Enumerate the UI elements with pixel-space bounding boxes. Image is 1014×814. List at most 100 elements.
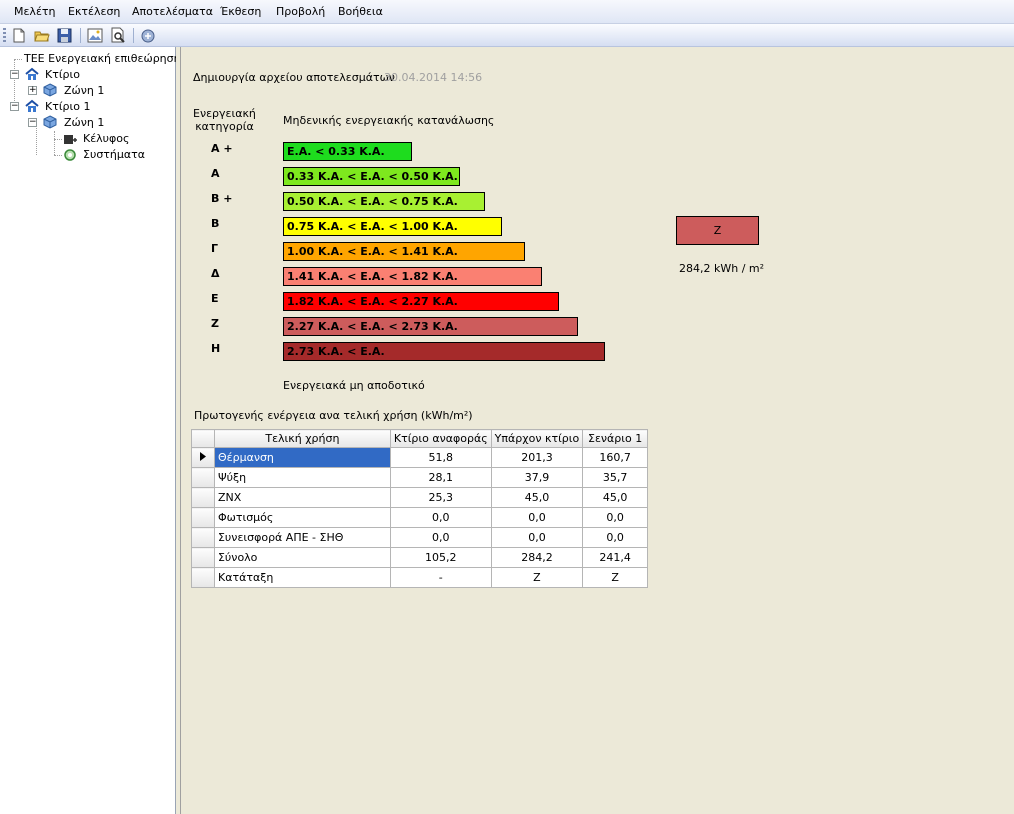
table-cell[interactable]: 0,0 xyxy=(490,527,584,548)
energy-category-header: Ενεργειακή κατηγορία xyxy=(193,107,256,133)
tree-node-zone[interactable]: − Ζώνη 1 xyxy=(26,115,166,131)
row-selector[interactable] xyxy=(191,447,215,468)
table-cell[interactable]: 35,7 xyxy=(582,467,648,488)
table-cell[interactable]: Σύνολο xyxy=(213,547,391,568)
energy-category-label: Ε xyxy=(211,292,219,305)
table-corner xyxy=(191,429,215,448)
table-cell[interactable]: Ζ xyxy=(582,567,648,588)
table-cell[interactable]: Ψύξη xyxy=(213,467,391,488)
row-selector[interactable] xyxy=(191,507,215,528)
tree-node-zone-ref[interactable]: + Ζώνη 1 xyxy=(26,83,166,99)
table-cell[interactable]: Κατάταξη xyxy=(213,567,391,588)
energy-category-label: Β xyxy=(211,217,220,230)
energy-bar-d: 1.41 Κ.Α. < Ε.Α. < 1.82 Κ.Α. xyxy=(283,267,542,286)
energy-class-result: Ζ xyxy=(676,216,759,245)
tree-node-systems[interactable]: Συστήματα xyxy=(62,147,172,163)
energy-category-label: Α + xyxy=(211,142,233,155)
tree-label-systems: Συστήματα xyxy=(83,148,146,161)
tree-node-building-ref[interactable]: − Κτίριο xyxy=(8,67,168,83)
collapse-icon[interactable]: − xyxy=(28,118,37,127)
table-cell[interactable]: 0,0 xyxy=(389,507,492,528)
tree-node-shell[interactable]: Κέλυφος xyxy=(62,131,172,147)
tree-node-building[interactable]: − Κτίριο 1 xyxy=(8,99,168,115)
table-cell[interactable]: - xyxy=(389,567,492,588)
table-row[interactable]: Ψύξη 28,1 37,9 35,7 xyxy=(191,467,648,488)
table-cell[interactable]: 0,0 xyxy=(582,507,648,528)
energy-category-label: Γ xyxy=(211,242,219,255)
table-cell[interactable]: Ζ xyxy=(490,567,584,588)
table-cell[interactable]: 0,0 xyxy=(389,527,492,548)
tree-label-zone: Ζώνη 1 xyxy=(64,116,105,129)
row-selector[interactable] xyxy=(191,547,215,568)
tree-label-building: Κτίριο 1 xyxy=(45,100,91,113)
column-header[interactable]: Κτίριο αναφοράς xyxy=(389,429,492,448)
table-cell[interactable]: Θέρμανση xyxy=(213,447,391,468)
tree-line xyxy=(54,131,55,155)
table-cell[interactable]: 0,0 xyxy=(490,507,584,528)
energy-category-label: Β + xyxy=(211,192,233,205)
tree-label-zone-ref: Ζώνη 1 xyxy=(64,84,105,97)
table-row[interactable]: Φωτισμός 0,0 0,0 0,0 xyxy=(191,507,648,528)
row-selector[interactable] xyxy=(191,487,215,508)
scale-bottom-label: Ενεργειακά μη αποδοτικό xyxy=(283,379,425,392)
table-cell[interactable]: 37,9 xyxy=(490,467,584,488)
energy-bar-h: 2.73 Κ.Α. < Ε.Α. xyxy=(283,342,605,361)
table-row[interactable]: ΖΝΧ 25,3 45,0 45,0 xyxy=(191,487,648,508)
table-cell[interactable]: Φωτισμός xyxy=(213,507,391,528)
tree-label-building-ref: Κτίριο xyxy=(45,68,80,81)
tree-root-label: ΤΕΕ Ενεργειακή επιθεώρηση xyxy=(24,52,181,65)
energy-category-label: Η xyxy=(211,342,221,355)
column-header[interactable]: Τελική χρήση xyxy=(213,429,391,448)
table-cell[interactable]: 105,2 xyxy=(389,547,492,568)
table-cell[interactable]: 28,1 xyxy=(389,467,492,488)
open-folder-icon[interactable] xyxy=(33,27,51,44)
energy-bar-e: 1.82 Κ.Α. < Ε.Α. < 2.27 Κ.Α. xyxy=(283,292,559,311)
row-selector[interactable] xyxy=(191,567,215,588)
energy-category-label: Δ xyxy=(211,267,220,280)
menu-voitheia[interactable]: Βοήθεια xyxy=(338,5,383,18)
table-cell[interactable]: 160,7 xyxy=(582,447,648,468)
save-icon[interactable] xyxy=(56,27,74,44)
export-icon[interactable] xyxy=(139,27,157,44)
table-cell[interactable]: 25,3 xyxy=(389,487,492,508)
table-cell[interactable]: Συνεισφορά ΑΠΕ - ΣΗΘ xyxy=(213,527,391,548)
table-row[interactable]: Θέρμανση 51,8 201,3 160,7 xyxy=(191,447,648,468)
table-cell[interactable]: 51,8 xyxy=(389,447,492,468)
energy-bar-z: 2.27 Κ.Α. < Ε.Α. < 2.73 Κ.Α. xyxy=(283,317,578,336)
table-cell[interactable]: 201,3 xyxy=(490,447,584,468)
panel-splitter[interactable] xyxy=(176,47,181,814)
current-row-arrow-icon xyxy=(199,452,206,461)
image-icon[interactable] xyxy=(86,27,104,44)
table-cell[interactable]: 284,2 xyxy=(490,547,584,568)
table-row[interactable]: Συνεισφορά ΑΠΕ - ΣΗΘ 0,0 0,0 0,0 xyxy=(191,527,648,548)
row-selector[interactable] xyxy=(191,527,215,548)
house-icon xyxy=(24,99,40,116)
table-cell[interactable]: 0,0 xyxy=(582,527,648,548)
column-header[interactable]: Υπάρχον κτίριο xyxy=(490,429,584,448)
menu-bar: Μελέτη Εκτέλεση Αποτελέσματα Έκθεση Προβ… xyxy=(0,0,1014,24)
menu-meleti[interactable]: Μελέτη xyxy=(14,5,56,18)
menu-provoli[interactable]: Προβολή xyxy=(276,5,325,18)
tree-line xyxy=(54,155,62,156)
collapse-icon[interactable]: − xyxy=(10,102,19,111)
toolbar-grip[interactable] xyxy=(3,28,6,43)
collapse-icon[interactable]: − xyxy=(10,70,19,79)
scale-top-label: Μηδενικής ενεργειακής κατανάλωσης xyxy=(283,114,495,127)
menu-apotelesmata[interactable]: Αποτελέσματα xyxy=(132,5,213,18)
toolbar xyxy=(0,24,1014,47)
row-selector[interactable] xyxy=(191,467,215,488)
table-row[interactable]: Σύνολο 105,2 284,2 241,4 xyxy=(191,547,648,568)
table-cell[interactable]: 45,0 xyxy=(582,487,648,508)
energy-bar-a: 0.33 Κ.Α. < Ε.Α. < 0.50 Κ.Α. xyxy=(283,167,460,186)
menu-ektelesi[interactable]: Εκτέλεση xyxy=(68,5,120,18)
menu-ekthesi[interactable]: Έκθεση xyxy=(220,5,261,18)
expand-icon[interactable]: + xyxy=(28,86,37,95)
table-cell[interactable]: 241,4 xyxy=(582,547,648,568)
table-cell[interactable]: 45,0 xyxy=(490,487,584,508)
new-file-icon[interactable] xyxy=(10,27,28,44)
print-preview-icon[interactable] xyxy=(109,27,127,44)
primary-energy-table[interactable]: Τελική χρήση Κτίριο αναφοράς Υπάρχον κτί… xyxy=(191,429,648,588)
table-cell[interactable]: ΖΝΧ xyxy=(213,487,391,508)
column-header[interactable]: Σενάριο 1 xyxy=(582,429,648,448)
table-row[interactable]: Κατάταξη - Ζ Ζ xyxy=(191,567,648,588)
